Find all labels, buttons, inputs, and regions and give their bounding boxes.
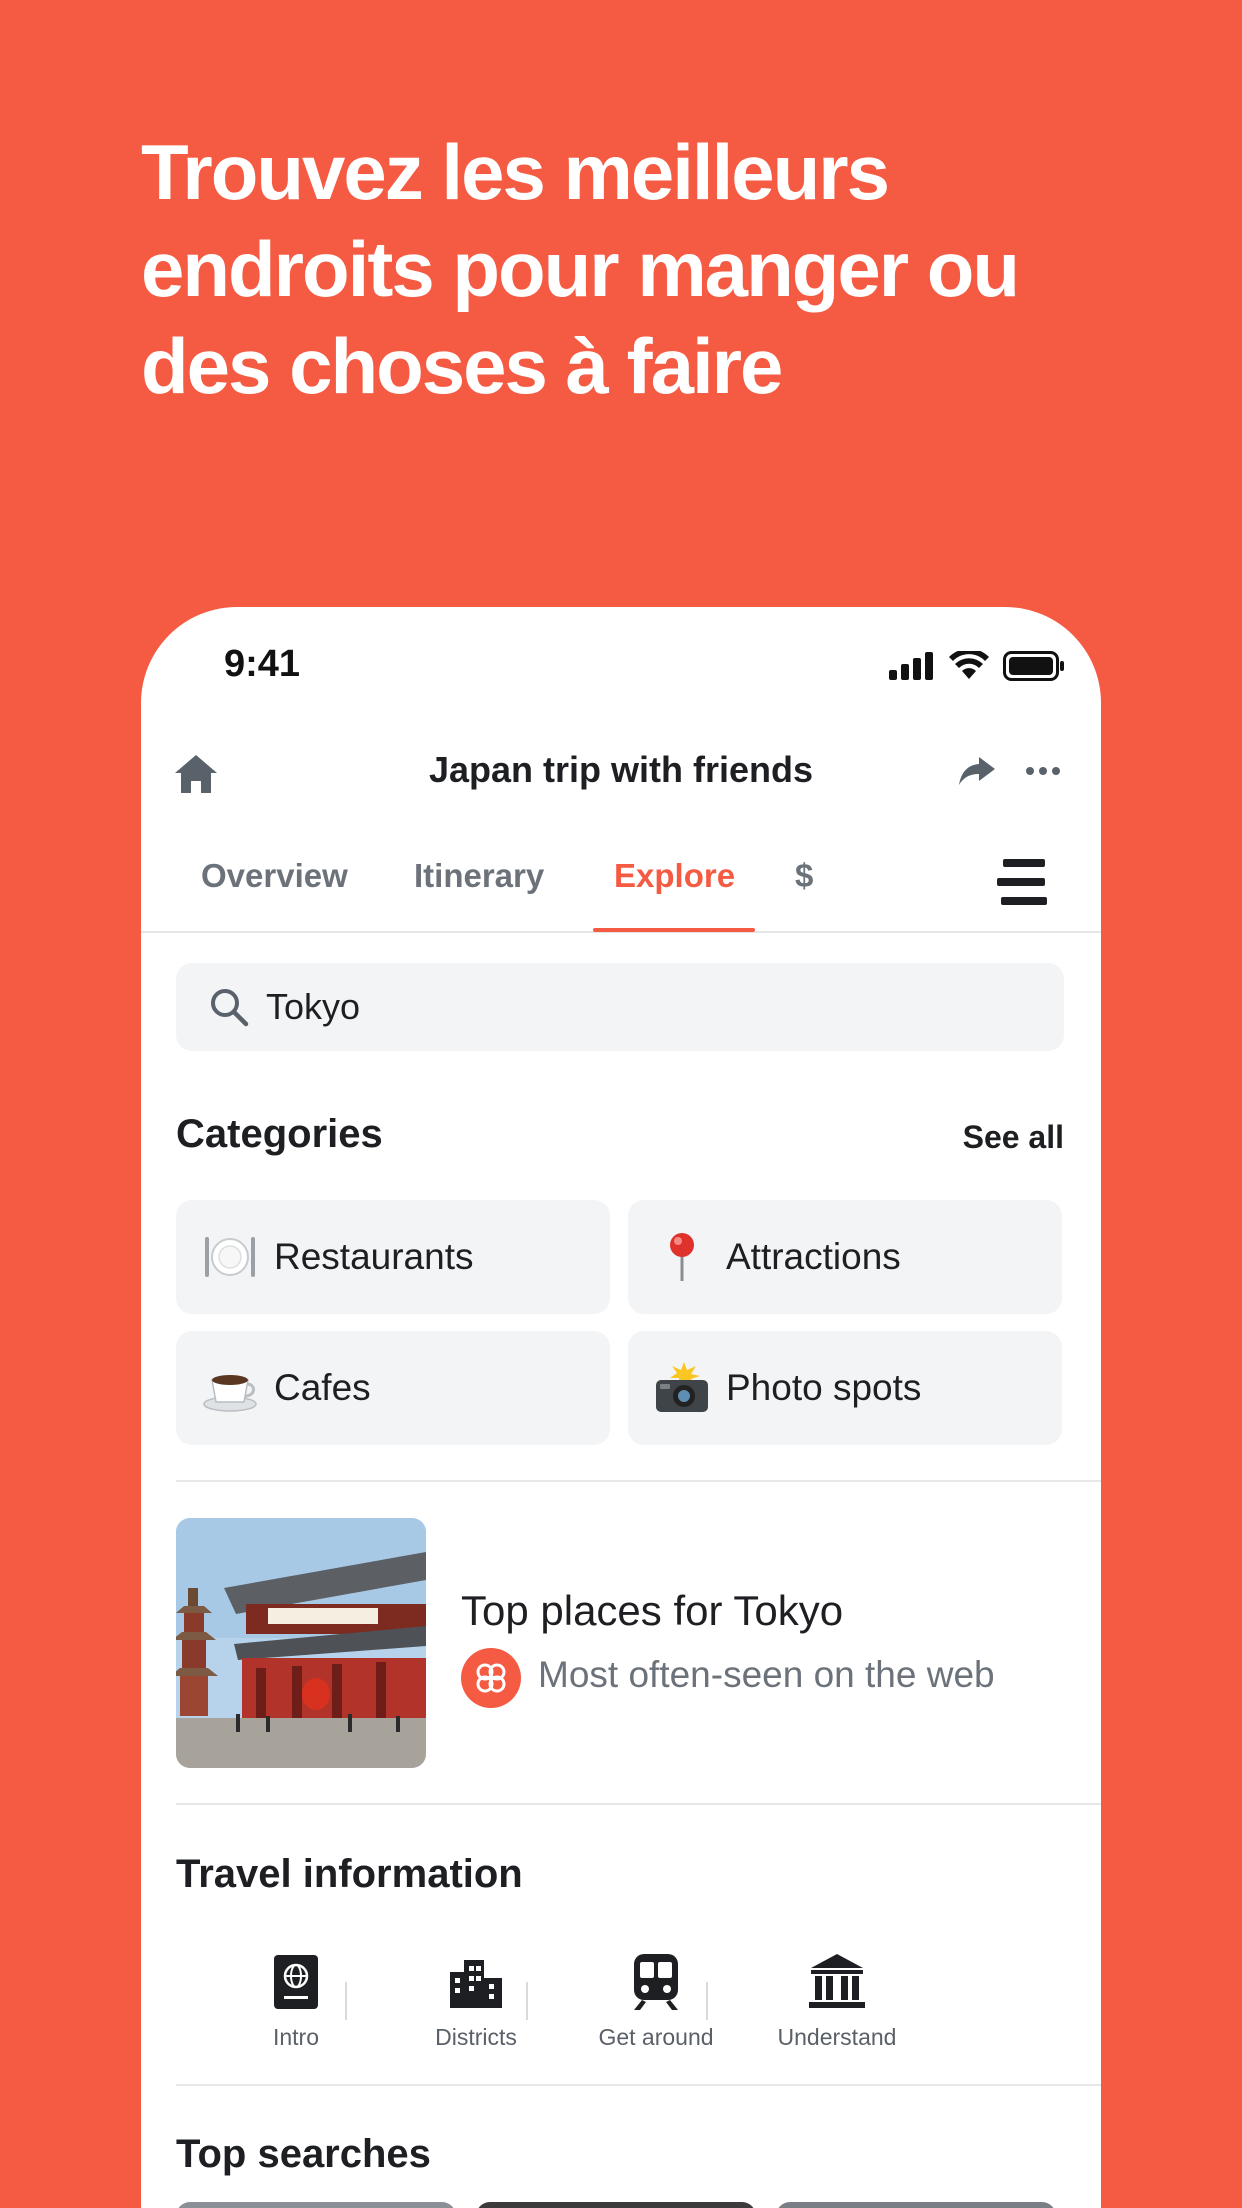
separator xyxy=(526,1982,528,2020)
top-places-title[interactable]: Top places for Tokyo xyxy=(461,1587,843,1635)
top-places-subtitle: Most often-seen on the web xyxy=(538,1654,995,1695)
top-searches-heading: Top searches xyxy=(176,2132,431,2176)
category-label: Restaurants xyxy=(274,1236,474,1277)
travel-info-label: Intro xyxy=(272,2024,320,2050)
share-icon[interactable] xyxy=(957,751,997,791)
hamburger-menu-icon[interactable] xyxy=(997,857,1051,907)
travel-info-heading: Travel information xyxy=(176,1852,523,1896)
top-search-card[interactable] xyxy=(776,2202,1056,2208)
train-icon xyxy=(634,1954,678,2010)
travel-info-label: Get around xyxy=(598,2024,714,2050)
city-buildings-icon xyxy=(450,1960,502,2008)
wifi-icon xyxy=(949,651,989,679)
headline-line-3: des choses à faire xyxy=(141,322,783,410)
section-divider xyxy=(176,1803,1101,1805)
travel-info-districts[interactable]: Districts xyxy=(386,1952,566,2051)
trip-navbar: Japan trip with friends xyxy=(141,737,1101,817)
category-photo-spots[interactable]: Photo spots xyxy=(628,1331,1062,1445)
travel-info-get-around[interactable]: Get around xyxy=(566,1952,746,2051)
see-all-link[interactable]: See all xyxy=(963,1119,1064,1156)
status-icons xyxy=(889,651,1065,681)
wanderlog-logo-icon xyxy=(461,1648,521,1708)
tokyo-temple-photo[interactable] xyxy=(176,1518,426,1768)
tab-overview[interactable]: Overview xyxy=(201,857,348,895)
battery-icon xyxy=(1003,651,1064,681)
headline-line-2: endroits pour manger ou xyxy=(141,225,1020,313)
phone-frame: 9:41 Japan trip with friends Overview It… xyxy=(141,607,1101,2208)
category-cafes[interactable]: Cafes xyxy=(176,1331,610,1445)
travel-info-label: Understand xyxy=(777,2024,897,2050)
search-icon xyxy=(211,989,249,1027)
categories-heading: Categories xyxy=(176,1112,383,1156)
camera-flash-icon xyxy=(654,1360,710,1416)
tab-budget[interactable]: $ xyxy=(795,857,813,895)
top-search-card[interactable] xyxy=(476,2202,756,2208)
trip-tabs: Overview Itinerary Explore $ xyxy=(141,837,1101,933)
museum-icon xyxy=(809,1954,865,2008)
section-divider xyxy=(176,2084,1101,2086)
category-label: Attractions xyxy=(726,1236,901,1277)
travel-info-understand[interactable]: Understand xyxy=(747,1952,927,2051)
headline-line-1: Trouvez les meilleurs xyxy=(141,128,890,216)
passport-icon xyxy=(274,1955,318,2009)
separator xyxy=(706,1982,708,2020)
red-pin-icon xyxy=(654,1229,710,1285)
tab-explore[interactable]: Explore xyxy=(614,857,735,895)
category-label: Photo spots xyxy=(726,1367,922,1408)
status-time: 9:41 xyxy=(224,643,301,685)
active-tab-indicator xyxy=(593,928,755,932)
travel-info-label: Districts xyxy=(435,2024,517,2050)
coffee-cup-icon xyxy=(202,1360,258,1416)
promo-headline: Trouvez les meilleurs endroits pour mang… xyxy=(141,124,1141,415)
fork-knife-plate-icon xyxy=(202,1229,258,1285)
tab-itinerary[interactable]: Itinerary xyxy=(414,857,544,895)
section-divider xyxy=(176,1480,1101,1482)
search-input[interactable] xyxy=(266,986,1026,1028)
category-label: Cafes xyxy=(274,1367,371,1408)
separator xyxy=(345,1982,347,2020)
category-attractions[interactable]: Attractions xyxy=(628,1200,1062,1314)
more-options-icon[interactable] xyxy=(1023,751,1063,791)
search-bar[interactable] xyxy=(176,963,1064,1051)
cellular-signal-icon xyxy=(889,652,933,680)
travel-info-intro[interactable]: Intro xyxy=(206,1952,386,2051)
category-restaurants[interactable]: Restaurants xyxy=(176,1200,610,1314)
top-search-card[interactable] xyxy=(176,2202,456,2208)
